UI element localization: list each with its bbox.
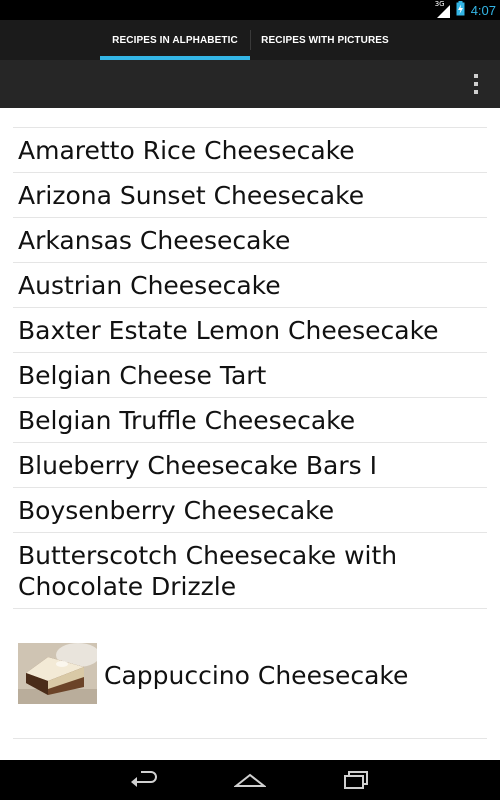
recent-apps-icon[interactable] xyxy=(336,766,376,794)
list-item[interactable]: Baxter Estate Lemon Cheesecake xyxy=(13,308,487,353)
recipe-thumbnail xyxy=(18,643,97,704)
list-item-label: Baxter Estate Lemon Cheesecake xyxy=(18,316,439,345)
list-item[interactable]: Arizona Sunset Cheesecake xyxy=(13,173,487,218)
list-item-label: Austrian Cheesecake xyxy=(18,271,281,300)
list-item[interactable]: Austrian Cheesecake xyxy=(13,263,487,308)
network-type-label: 3G xyxy=(434,0,445,8)
action-bar xyxy=(0,60,500,108)
status-bar: 3G 4:07 xyxy=(0,0,500,20)
list-item-label: Belgian Truffle Cheesecake xyxy=(18,406,356,435)
list-item-label: Boysenberry Cheesecake xyxy=(18,496,335,525)
list-item[interactable]: Belgian Truffle Cheesecake xyxy=(13,398,487,443)
list-item-label: Butterscotch Cheesecake with Chocolate D… xyxy=(18,541,398,601)
tab-recipes-with-pictures[interactable]: RECIPES WITH PICTURES xyxy=(250,20,400,60)
navigation-bar xyxy=(0,760,500,800)
tab-bar: RECIPES IN ALPHABETIC RECIPES WITH PICTU… xyxy=(0,20,500,60)
overflow-menu-icon[interactable] xyxy=(470,74,482,94)
list-item-label: Arkansas Cheesecake xyxy=(18,226,291,255)
list-item[interactable]: Cappuccino Cheesecake xyxy=(13,609,487,739)
list-item-label: Amaretto Rice Cheesecake xyxy=(18,136,355,165)
tab-label: RECIPES WITH PICTURES xyxy=(261,34,389,46)
back-icon[interactable] xyxy=(124,766,164,794)
list-item[interactable]: Arkansas Cheesecake xyxy=(13,218,487,263)
list-item-label: Blueberry Cheesecake Bars I xyxy=(18,451,377,480)
list-item[interactable]: Butterscotch Cheesecake with Chocolate D… xyxy=(13,533,487,609)
list-item-label: Cappuccino Cheesecake xyxy=(104,661,409,690)
list-item-label: Belgian Cheese Tart xyxy=(18,361,267,390)
list-item-label: Arizona Sunset Cheesecake xyxy=(18,181,365,210)
status-time: 4:07 xyxy=(470,2,496,18)
signal-icon: 3G xyxy=(434,0,450,18)
home-icon[interactable] xyxy=(230,766,270,794)
list-item[interactable]: Blueberry Cheesecake Bars I xyxy=(13,443,487,488)
list-item[interactable]: Amaretto Rice Cheesecake xyxy=(13,128,487,173)
battery-charging-icon xyxy=(456,0,465,20)
list-item[interactable]: Boysenberry Cheesecake xyxy=(13,488,487,533)
list-item[interactable]: Belgian Cheese Tart xyxy=(13,353,487,398)
status-icons: 3G 4:07 xyxy=(434,0,496,20)
screen: 3G 4:07 RECIPES IN ALPHABETIC RECIPES WI… xyxy=(0,0,500,800)
tab-recipes-alphabetic[interactable]: RECIPES IN ALPHABETIC xyxy=(100,20,250,60)
tab-label: RECIPES IN ALPHABETIC xyxy=(112,34,238,46)
